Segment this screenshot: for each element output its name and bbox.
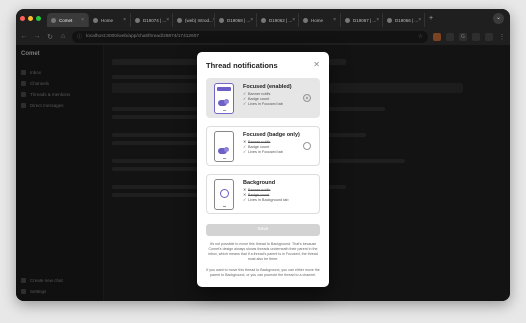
tab-label: Home <box>101 17 114 23</box>
option-title: Background <box>243 180 276 186</box>
browser-tab[interactable]: Comet × <box>47 13 89 27</box>
dialog-title: Thread notifications <box>206 61 278 70</box>
browser-tab[interactable]: Home × <box>299 13 341 27</box>
window-controls <box>20 16 41 21</box>
option-line-text: Badge count <box>248 97 270 102</box>
favicon-icon <box>387 17 392 23</box>
home-indicator <box>223 110 226 111</box>
favicon-icon <box>93 17 98 23</box>
tab-label: D19067 | ... <box>353 17 377 23</box>
close-window-button[interactable] <box>20 16 25 21</box>
tab-label: Home <box>311 17 324 23</box>
help-text: If you want to move this thread to Backg… <box>206 268 320 277</box>
close-tab-icon[interactable]: × <box>333 17 336 23</box>
maximize-window-button[interactable] <box>36 16 41 21</box>
tab-label: D19066 | ... <box>395 17 419 23</box>
badge-dot <box>224 147 229 152</box>
option-line-text: Banner notifs <box>248 92 271 96</box>
phone-badge-icon <box>214 131 234 162</box>
home-indicator <box>223 158 226 159</box>
tab-label: D19068 | ... <box>227 17 251 23</box>
close-tab-icon[interactable]: × <box>418 17 421 23</box>
option-focused-enabled[interactable]: Focused (enabled) ✓ Banner notifs ✓ Badge … <box>206 78 320 118</box>
close-tab-icon[interactable]: × <box>81 17 84 23</box>
bell-off-icon <box>220 189 229 198</box>
close-tab-icon[interactable]: × <box>123 17 126 23</box>
option-background: Background ✕ Banner notifs ✕ Badge count ✓… <box>206 174 320 214</box>
github-icon <box>177 17 182 23</box>
close-tab-icon[interactable]: × <box>166 17 169 23</box>
browser-tab[interactable]: D19068 | ... × <box>215 13 257 27</box>
home-indicator <box>223 206 226 207</box>
option-line-text: Lives in Focused tab <box>248 150 283 155</box>
option-title: Focused (enabled) <box>243 84 292 90</box>
browser-tab[interactable]: (web) Introd...× <box>173 13 215 27</box>
phone-muted-icon <box>214 179 234 210</box>
option-line-text: Lives in Focused tab <box>248 102 283 107</box>
banner-bar <box>217 87 231 91</box>
option-line-text: Badge count <box>248 145 270 150</box>
option-line: ✓ Lives in Background tab <box>243 198 314 203</box>
tab-label: Comet <box>59 17 73 23</box>
favicon-icon <box>303 17 308 23</box>
favicon-icon <box>219 17 224 23</box>
new-tab-icon[interactable]: + <box>429 15 433 22</box>
option-focused-badge-only[interactable]: Focused (badge only) ✕ Banner notifs ✓ Bad… <box>206 126 320 166</box>
option-radio[interactable] <box>303 142 311 150</box>
option-line-text: Badge count <box>248 193 270 198</box>
favicon-icon <box>135 17 140 23</box>
help-text: It's not possible to move this thread to… <box>208 242 318 261</box>
favicon-icon <box>51 17 56 23</box>
tab-label: (web) Introd... <box>185 17 213 23</box>
close-tab-icon[interactable]: × <box>376 17 379 23</box>
close-tab-icon[interactable]: × <box>250 17 253 23</box>
badge-dot <box>224 99 229 104</box>
browser-tab[interactable]: Home × <box>89 13 131 27</box>
tab-label: D19062 | ... <box>269 17 293 23</box>
option-title: Focused (badge only) <box>243 132 300 138</box>
phone-banner-icon <box>214 83 234 114</box>
browser-tab[interactable]: D19074 | ... × <box>131 13 173 27</box>
minimize-window-button[interactable] <box>28 16 33 21</box>
option-line-text: Lives in Background tab <box>248 198 289 203</box>
save-button[interactable]: Save <box>206 224 320 236</box>
tab-bar: Comet × Home × D19074 | ... × (web) Introd.… <box>16 9 510 28</box>
option-line-text: Banner notifs <box>248 188 271 192</box>
tab-label: D19074 | ... <box>143 17 167 23</box>
option-line: ✓ Lives in Focused tab <box>243 150 314 155</box>
browser-tab[interactable]: D19062 | ... × <box>257 13 299 27</box>
thread-notifications-dialog: Thread notifications ✕ Focused (enabled)… <box>197 52 329 287</box>
option-line-text: Banner notifs <box>248 140 271 144</box>
favicon-icon <box>261 17 266 23</box>
browser-tab[interactable]: D19066 | ... × <box>383 13 425 27</box>
option-radio[interactable] <box>303 94 311 102</box>
option-line: ✓ Lives in Focused tab <box>243 102 314 107</box>
tab-search-icon[interactable]: ⌄ <box>493 13 504 24</box>
close-tab-icon[interactable]: × <box>292 17 295 23</box>
favicon-icon <box>345 17 350 23</box>
close-icon[interactable]: ✕ <box>313 60 320 69</box>
browser-tab[interactable]: D19067 | ... × <box>341 13 383 27</box>
